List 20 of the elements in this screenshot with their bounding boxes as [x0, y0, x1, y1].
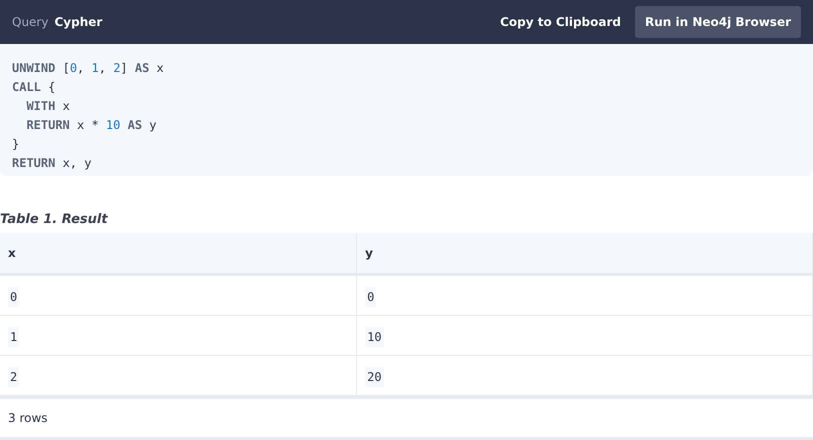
column-header: y — [356, 233, 812, 274]
query-label: Query — [12, 15, 48, 29]
code-line: RETURN x, y — [12, 155, 92, 172]
table-cell: 2 — [8, 367, 20, 387]
code-line: UNWIND [0, 1, 2] AS x — [12, 60, 164, 77]
code-line: } — [12, 136, 20, 153]
table-cell: 20 — [365, 367, 384, 387]
table-cell: 0 — [365, 287, 376, 307]
column-header: x — [0, 233, 357, 274]
run-button[interactable]: Run in Neo4j Browser — [635, 6, 801, 38]
code-line: WITH x — [26, 98, 70, 115]
code-line: RETURN x * 10 AS y — [26, 117, 157, 134]
table-cell: 0 — [8, 287, 20, 307]
table-cell: 10 — [365, 327, 384, 347]
row-count: 3 rows — [8, 411, 48, 425]
code-line: CALL { — [12, 79, 56, 96]
table-cell: 1 — [8, 327, 20, 347]
copy-link[interactable]: Copy to Clipboard — [492, 15, 629, 29]
table-caption: Table 1. Result — [0, 212, 108, 227]
language-label: Cypher — [54, 15, 102, 29]
